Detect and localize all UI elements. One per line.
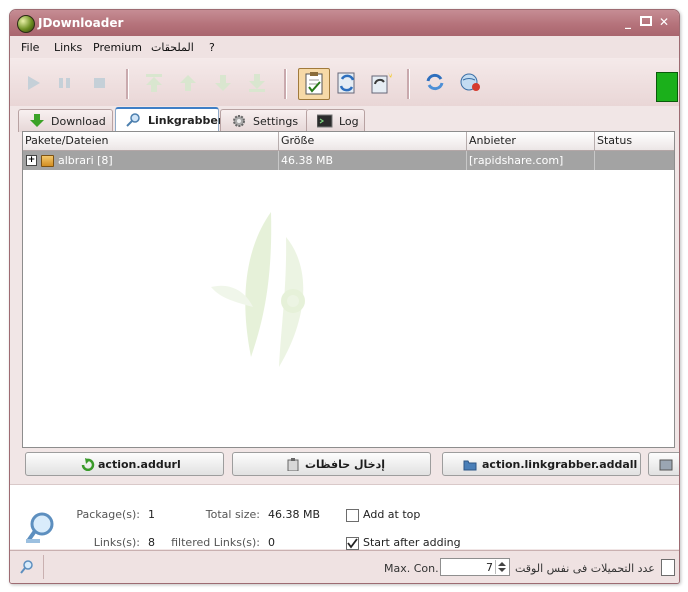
- toolbar-separator: [284, 69, 287, 99]
- menu-help[interactable]: ?: [209, 41, 215, 54]
- tab-log[interactable]: Log: [306, 109, 365, 132]
- checkmark-icon: [347, 538, 358, 549]
- tab-linkgrabber-label: Linkgrabber: [148, 114, 224, 127]
- connection-indicator: [656, 72, 678, 102]
- refresh-icon[interactable]: [424, 71, 446, 93]
- add-at-top-checkbox[interactable]: [346, 509, 359, 522]
- tab-settings[interactable]: Settings: [220, 109, 309, 132]
- filtered-links-value: 0: [268, 536, 275, 549]
- window-title: JDownloader: [38, 16, 124, 30]
- refresh-arrow-icon: [81, 458, 95, 471]
- download-arrow-icon: [30, 114, 44, 127]
- total-size-value: 46.38 MB: [268, 508, 321, 521]
- folder-icon: [463, 460, 477, 471]
- toolbar-separator: [126, 69, 129, 99]
- expand-icon[interactable]: +: [26, 155, 37, 166]
- table-header: Pakete/Dateien Größe Anbieter Status: [23, 132, 674, 151]
- move-bottom-icon[interactable]: [246, 72, 268, 94]
- toolbar: [10, 58, 679, 106]
- premium-icon[interactable]: [457, 71, 483, 93]
- move-up-icon[interactable]: [177, 72, 199, 94]
- move-top-icon[interactable]: [143, 72, 165, 94]
- package-cell: + albrari [8]: [23, 151, 279, 170]
- linkgrabber-magnifier-icon: [26, 512, 54, 543]
- menu-bar: File Links Premium الملحقات ?: [10, 36, 679, 59]
- max-con-value: 7: [486, 561, 493, 574]
- stop-icon[interactable]: [89, 72, 111, 94]
- table-row[interactable]: + albrari [8] 46.38 MB [rapidshare.com]: [23, 151, 674, 170]
- start-after-adding-label: Start after adding: [363, 536, 461, 549]
- menu-addons[interactable]: الملحقات: [151, 41, 194, 54]
- status-divider: [43, 555, 44, 579]
- links-value: 8: [148, 536, 155, 549]
- menu-premium[interactable]: Premium: [93, 41, 142, 54]
- list-icon: [659, 459, 673, 471]
- more-actions-button[interactable]: [648, 452, 679, 476]
- menu-links[interactable]: Links: [54, 41, 82, 54]
- move-down-icon[interactable]: [212, 72, 234, 94]
- concurrent-downloads-label: عدد التحميلات فى نفس الوقت: [515, 562, 655, 575]
- add-at-top-label: Add at top: [363, 508, 421, 521]
- jdownloader-logo-icon: [17, 15, 35, 33]
- update-icon[interactable]: [369, 70, 393, 96]
- toolbar-separator: [407, 69, 410, 99]
- status-bar: Max. Con. 7 عدد التحميلات فى نفس الوقت: [10, 550, 679, 583]
- max-con-spinner[interactable]: 7: [440, 558, 510, 576]
- status-checkbox[interactable]: [661, 559, 675, 576]
- total-size-label: Total size:: [205, 508, 260, 521]
- app-window: JDownloader _ ✕ File Links Premium الملح…: [9, 9, 680, 584]
- tab-linkgrabber[interactable]: Linkgrabber: [115, 107, 223, 133]
- clipboard-icon[interactable]: [298, 68, 330, 100]
- add-all-button[interactable]: action.linkgrabber.addall: [442, 452, 641, 476]
- filtered-links-label: filtered Links(s):: [171, 536, 260, 549]
- action-bar: action.addurl إدخال حافظات action.linkgr…: [10, 450, 679, 480]
- package-icon: [41, 155, 54, 167]
- menu-file[interactable]: File: [21, 41, 39, 54]
- tab-download[interactable]: Download: [18, 109, 113, 132]
- tab-bar: Download Linkgrabber Settings Log: [10, 106, 679, 133]
- tab-settings-label: Settings: [253, 115, 299, 128]
- minimize-icon[interactable]: _: [621, 15, 635, 29]
- add-all-label: action.linkgrabber.addall: [482, 458, 638, 471]
- max-con-label: Max. Con.: [384, 562, 439, 575]
- watermark-logo: [211, 212, 305, 367]
- title-bar[interactable]: JDownloader _ ✕: [10, 10, 679, 36]
- pause-icon[interactable]: [54, 72, 76, 94]
- tab-log-label: Log: [339, 115, 359, 128]
- tab-download-label: Download: [51, 115, 106, 128]
- host-cell: [rapidshare.com]: [467, 151, 595, 170]
- links-label: Links(s):: [93, 536, 140, 549]
- packages-label: Package(s):: [76, 508, 140, 521]
- spinner-arrows-icon[interactable]: [495, 560, 508, 574]
- start-after-adding-checkbox[interactable]: [346, 537, 359, 550]
- linkgrabber-table: Pakete/Dateien Größe Anbieter Status + a…: [22, 131, 675, 448]
- console-icon: [317, 114, 333, 128]
- package-name: albrari [8]: [58, 154, 113, 167]
- add-url-label: action.addurl: [98, 458, 181, 471]
- add-clipboard-button[interactable]: إدخال حافظات: [232, 452, 431, 476]
- add-url-button[interactable]: action.addurl: [25, 452, 224, 476]
- reconnect-icon[interactable]: [335, 70, 359, 96]
- close-icon[interactable]: ✕: [657, 15, 671, 29]
- size-cell: 46.38 MB: [279, 151, 467, 170]
- add-clipboard-label: إدخال حافظات: [305, 458, 386, 471]
- column-header-size[interactable]: Größe: [279, 132, 467, 150]
- column-header-status[interactable]: Status: [595, 132, 674, 150]
- play-icon[interactable]: [22, 72, 44, 94]
- column-header-packages[interactable]: Pakete/Dateien: [23, 132, 279, 150]
- column-header-host[interactable]: Anbieter: [467, 132, 595, 150]
- gear-icon: [233, 115, 245, 127]
- status-tool-icon[interactable]: [19, 559, 35, 575]
- linkgrabber-summary: Package(s): 1 Links(s): 8 Total size: 46…: [10, 484, 679, 550]
- magnifier-icon: [126, 113, 140, 127]
- packages-value: 1: [148, 508, 155, 521]
- clipboard-small-icon: [287, 458, 299, 471]
- maximize-icon[interactable]: [639, 15, 653, 29]
- status-cell: [595, 151, 674, 170]
